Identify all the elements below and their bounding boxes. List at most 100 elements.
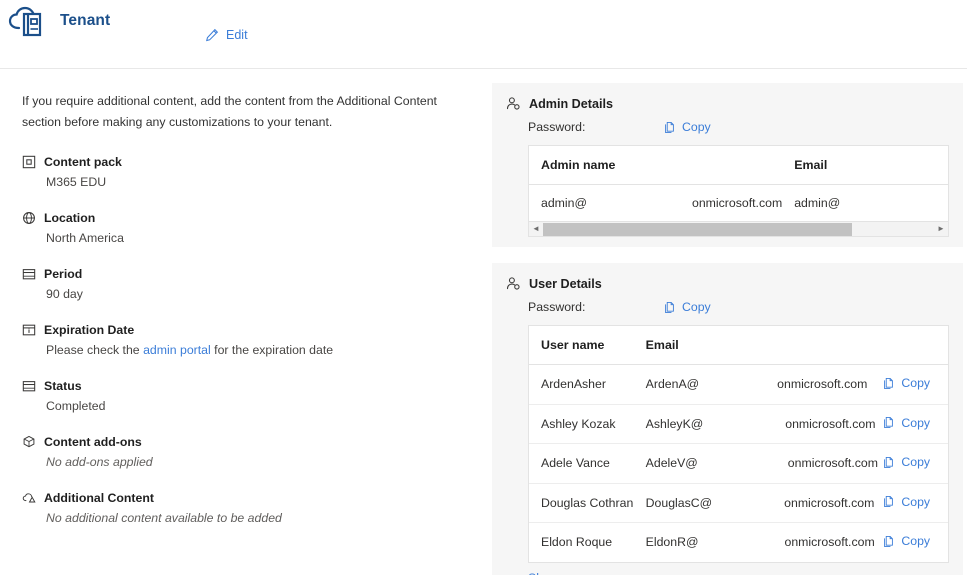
- field-label: Status: [44, 379, 82, 393]
- user-row-copy-label: Copy: [901, 455, 931, 469]
- field-label: Location: [44, 211, 96, 225]
- field-additional-content: Additional Content No additional content…: [22, 491, 470, 525]
- user-name-cell: Ashley Kozak: [529, 404, 634, 444]
- expiration-text-before: Please check the: [46, 343, 144, 357]
- page-header: Tenant Edit: [0, 0, 967, 69]
- admin-name-prefix: admin@: [541, 196, 587, 210]
- field-value: Please check the admin portal for the ex…: [22, 343, 470, 357]
- field-label: Expiration Date: [44, 323, 135, 337]
- admin-details-panel: Admin Details Password: Copy Admin name …: [492, 83, 963, 247]
- edit-button-label: Edit: [226, 28, 248, 42]
- user-name-cell: Adele Vance: [529, 443, 634, 484]
- scrollbar-track[interactable]: [543, 222, 934, 236]
- table-row: Adele Vance AdeleV@ onmicrosoft.com Copy: [529, 443, 948, 484]
- admin-name-cell: admin@ onmicrosoft.com: [529, 185, 782, 222]
- cloud-tenant-icon: [8, 4, 48, 38]
- admin-name-suffix: onmicrosoft.com: [691, 196, 783, 210]
- user-row-copy-label: Copy: [901, 376, 931, 390]
- person-icon: [506, 96, 521, 111]
- column-header-email: Email: [782, 146, 948, 185]
- brand: Tenant: [8, 4, 110, 38]
- user-email-prefix: ArdenA@: [645, 377, 700, 392]
- calendar-icon: [22, 267, 36, 281]
- user-copy-label: Copy: [682, 300, 711, 314]
- table-row: Douglas Cothran DouglasC@ onmicrosoft.com: [529, 483, 948, 523]
- field-label: Period: [44, 267, 83, 281]
- user-email-cell: EldonR@ onmicrosoft.com: [634, 523, 879, 562]
- admin-details-table: Admin name Email admin@ onmicrosoft.com a…: [529, 146, 948, 222]
- column-header-admin-name: Admin name: [529, 146, 783, 185]
- admin-table-horizontal-scrollbar[interactable]: ◄ ►: [528, 222, 949, 237]
- redacted-user-email: AshleyK@ onmicrosoft.com: [646, 417, 876, 431]
- column-header-email: Email: [633, 326, 879, 365]
- admin-password-row: Password: Copy: [506, 120, 949, 134]
- field-period: Period 90 day: [22, 267, 470, 301]
- details-column: If you require additional content, add t…: [0, 69, 492, 575]
- user-row-copy-button[interactable]: Copy: [882, 495, 930, 509]
- admin-portal-link[interactable]: admin portal: [143, 343, 211, 357]
- field-location: Location North America: [22, 211, 470, 245]
- user-details-panel: User Details Password: Copy User name Em…: [492, 263, 963, 575]
- copy-icon: [882, 377, 895, 390]
- expiration-text-after: for the expiration date: [210, 343, 334, 357]
- user-copy-cell: Copy: [878, 364, 948, 405]
- show-more-button[interactable]: Show more: [528, 571, 609, 575]
- redacted-user-email: DouglasC@ onmicrosoft.com: [646, 496, 875, 510]
- table-row: Eldon Roque EldonR@ onmicrosoft.com Copy: [529, 523, 948, 562]
- scroll-right-arrow-icon[interactable]: ►: [934, 225, 948, 233]
- user-password-label: Password:: [528, 300, 586, 314]
- edit-button[interactable]: Edit: [205, 28, 248, 42]
- user-row-copy-button[interactable]: Copy: [882, 416, 930, 430]
- redacted-admin-email: admin@.onmicrosoft.cor: [794, 196, 948, 210]
- copy-icon: [663, 121, 676, 134]
- field-label: Content add-ons: [44, 435, 142, 449]
- field-content-add-ons: Content add-ons No add-ons applied: [22, 435, 470, 469]
- user-email-cell: AdeleV@ onmicrosoft.com: [633, 443, 879, 484]
- user-password-copy-button[interactable]: Copy: [663, 300, 711, 314]
- copy-icon: [882, 495, 895, 508]
- field-expiration-date: Expiration Date Please check the admin p…: [22, 323, 470, 357]
- chevron-down-icon: [597, 572, 609, 575]
- globe-icon: [22, 211, 36, 225]
- table-row: ArdenAsher ArdenA@ onmicrosoft.com Copy: [529, 364, 948, 405]
- user-copy-cell: Copy: [878, 443, 948, 484]
- redacted-user-email: EldonR@ onmicrosoft.com: [646, 535, 875, 549]
- user-name-cell: Douglas Cothran: [529, 483, 634, 523]
- person-icon: [506, 276, 521, 291]
- add-ons-icon: [22, 435, 36, 449]
- user-row-copy-label: Copy: [901, 534, 931, 548]
- additional-content-icon: [22, 491, 36, 505]
- admin-copy-label: Copy: [682, 120, 711, 134]
- user-copy-cell: Copy: [878, 483, 948, 523]
- intro-text: If you require additional content, add t…: [22, 94, 437, 129]
- user-row-copy-button[interactable]: Copy: [882, 455, 930, 469]
- field-value: No add-ons applied: [46, 455, 153, 469]
- column-header-actions: [878, 326, 948, 365]
- admin-details-table-container: Admin name Email admin@ onmicrosoft.com a…: [528, 145, 949, 222]
- field-value: M365 EDU: [46, 175, 107, 189]
- user-name-cell: ArdenAsher: [529, 364, 634, 405]
- status-icon: [22, 379, 36, 393]
- user-row-copy-button[interactable]: Copy: [882, 376, 930, 390]
- copy-icon: [882, 416, 895, 429]
- admin-email-cell: admin@.onmicrosoft.cor: [782, 185, 948, 222]
- admin-password-copy-button[interactable]: Copy: [663, 120, 711, 134]
- panel-title: User Details: [529, 276, 602, 291]
- user-email-suffix: onmicrosoft.com: [777, 377, 868, 392]
- copy-icon: [663, 301, 676, 314]
- table-row: Ashley Kozak AshleyK@ onmicrosoft.com Co…: [529, 404, 948, 444]
- panel-title: Admin Details: [529, 96, 613, 111]
- user-email-cell: ArdenA@ onmicrosoft.com: [633, 364, 879, 405]
- user-email-suffix: onmicrosoft.com: [785, 416, 876, 431]
- table-header-row: Admin name Email: [529, 146, 948, 185]
- scroll-left-arrow-icon[interactable]: ◄: [529, 225, 543, 233]
- table-header-row: User name Email: [529, 326, 948, 365]
- user-email-prefix: AshleyK@: [645, 416, 704, 431]
- show-more-label: Show more: [528, 571, 590, 575]
- column-header-user-name: User name: [529, 326, 634, 365]
- scrollbar-thumb[interactable]: [543, 222, 852, 236]
- user-row-copy-button[interactable]: Copy: [882, 534, 930, 548]
- copy-icon: [882, 535, 895, 548]
- user-name-cell: Eldon Roque: [541, 535, 613, 550]
- user-email-prefix: EldonR@: [645, 535, 699, 550]
